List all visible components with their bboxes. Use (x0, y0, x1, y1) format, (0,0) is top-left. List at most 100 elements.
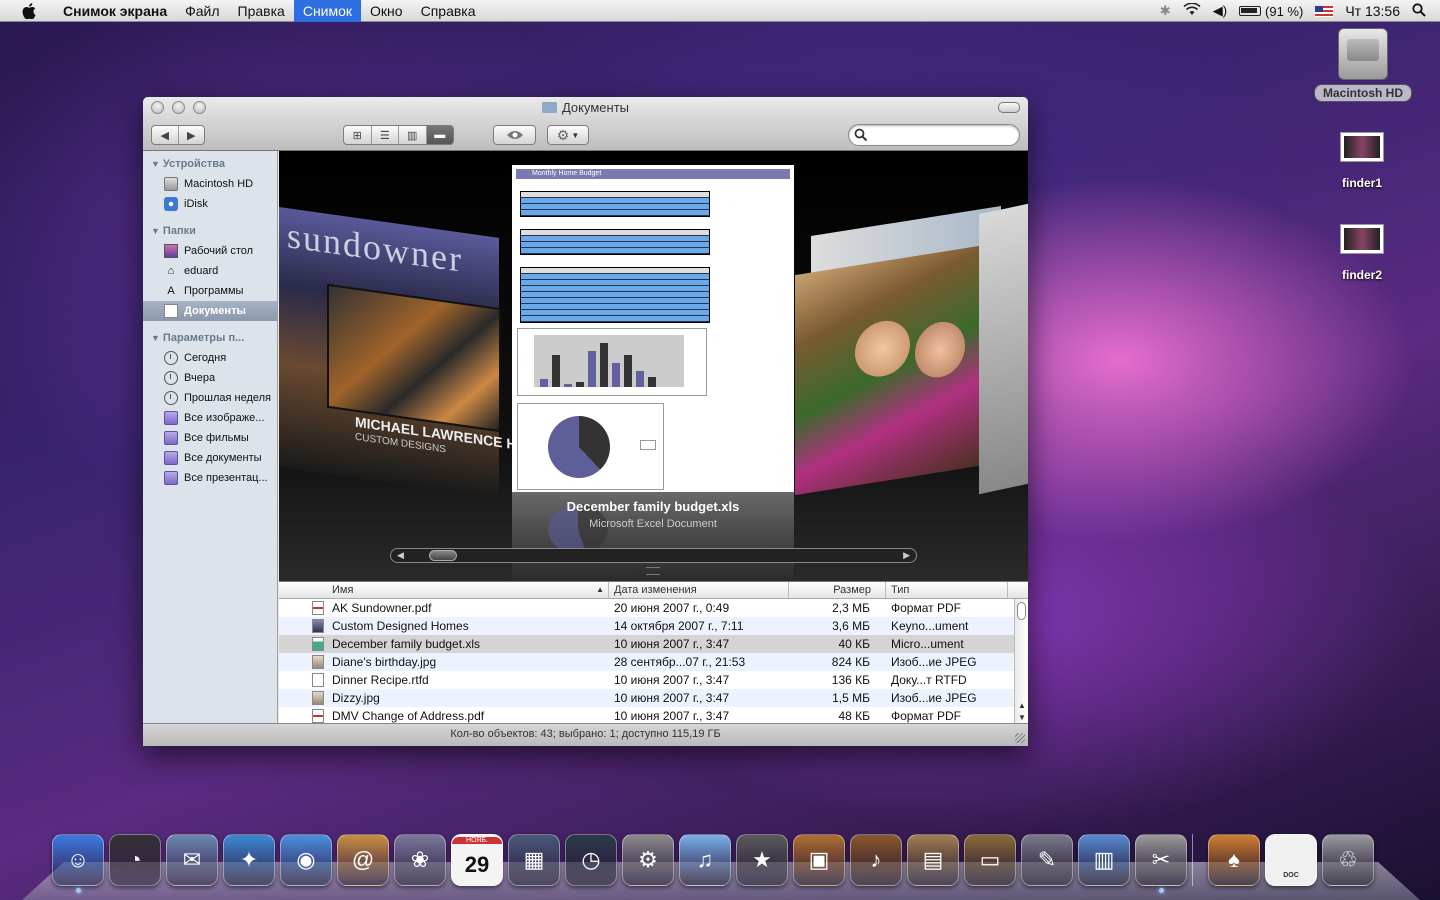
table-row[interactable]: Dinner Recipe.rtfd 10 июня 2007 г., 3:47 1… (279, 671, 1028, 689)
desktop-icon-finder1[interactable]: finder1 (1322, 132, 1402, 190)
sidebar-item[interactable]: Все изображе... (143, 408, 277, 428)
wifi-icon[interactable] (1183, 2, 1201, 19)
icon-view-button[interactable]: ⊞ (344, 126, 372, 144)
menu-clock[interactable]: Чт 13:56 (1345, 3, 1400, 19)
window-titlebar[interactable]: Документы ◀ ▶ ⊞ ☰ ▥ ▬ ⚙ ▼ (143, 97, 1028, 151)
sidebar-item[interactable]: Вчера (143, 368, 277, 388)
table-row[interactable]: Diane's birthday.jpg 28 сентябр...07 г., … (279, 653, 1028, 671)
column-view-button[interactable]: ▥ (399, 126, 427, 144)
list-scrollbar[interactable]: ▲ ▼ (1014, 599, 1028, 724)
column-header-date[interactable]: Дата изменения (609, 582, 789, 598)
scroll-up-icon[interactable]: ▲ (1018, 701, 1026, 710)
sidebar-section-header[interactable]: ▼ Параметры п... (143, 329, 277, 348)
sidebar-item[interactable]: ⌂ eduard (143, 261, 277, 281)
scroll-left-icon[interactable]: ◀ (397, 549, 404, 562)
sidebar-section-header[interactable]: ▼ Устройства (143, 155, 277, 174)
sidebar-item[interactable]: Рабочий стол (143, 241, 277, 261)
coverflow-item[interactable]: sundowner MICHAEL LAWRENCE HOMES CUSTOM … (279, 207, 558, 498)
safari-icon[interactable]: ✦ (223, 834, 275, 886)
menu-item-2[interactable]: Снимок (293, 0, 362, 22)
sidebar-item[interactable]: Прошлая неделя (143, 388, 277, 408)
time-machine-icon[interactable]: ◷ (565, 834, 617, 886)
spaces-icon[interactable]: ▦ (508, 834, 560, 886)
quick-look-button[interactable] (493, 125, 536, 145)
table-row[interactable]: Custom Designed Homes 14 октября 2007 г.,… (279, 617, 1028, 635)
coverflow-item[interactable] (979, 203, 1028, 495)
column-header-size[interactable]: Размер (789, 582, 886, 598)
coverflow-item[interactable] (795, 245, 985, 496)
finder-icon[interactable]: ☺ (52, 834, 104, 893)
numbers-chart-icon[interactable]: ▥ (1078, 834, 1130, 886)
menu-item-0[interactable]: Файл (176, 0, 228, 22)
bluetooth-icon[interactable]: ✱ (1160, 3, 1171, 19)
sidebar-item[interactable]: Все фильмы (143, 428, 277, 448)
documents-stack-icon[interactable]: DOC (1265, 834, 1317, 886)
table-row[interactable]: AK Sundowner.pdf 20 июня 2007 г., 0:49 2,3… (279, 599, 1028, 617)
mail-icon[interactable]: ✉ (166, 834, 218, 886)
menu-item-3[interactable]: Окно (361, 0, 412, 22)
garageband-icon[interactable]: ♪ (850, 834, 902, 886)
forward-button[interactable]: ▶ (179, 126, 205, 144)
sidebar-item[interactable]: A Программы (143, 281, 277, 301)
search-field[interactable] (848, 124, 1020, 146)
sidebar-item[interactable]: Все презентац... (143, 468, 277, 488)
iphoto-icon[interactable]: ▣ (793, 834, 845, 886)
sidebar-item[interactable]: iDisk (143, 194, 277, 214)
address-book-icon[interactable]: @ (337, 834, 389, 886)
column-header-kind[interactable]: Тип (886, 582, 1008, 598)
imovie-icon[interactable]: ★ (736, 834, 788, 886)
table-row[interactable]: December family budget.xls 10 июня 2007 г… (279, 635, 1028, 653)
coverflow-view[interactable]: sundowner MICHAEL LAWRENCE HOMES CUSTOM … (279, 151, 1028, 581)
keynote-icon[interactable]: ▭ (964, 834, 1016, 886)
volume-icon[interactable]: ◀) (1213, 3, 1227, 19)
trash-icon[interactable]: ♲ (1322, 834, 1374, 886)
table-row[interactable]: DMV Change of Address.pdf 10 июня 2007 г.… (279, 707, 1028, 724)
desktop-icon-finder2[interactable]: finder2 (1322, 224, 1402, 282)
menu-app-name[interactable]: Снимок экрана (54, 0, 176, 22)
battery-icon[interactable]: (91 %) (1239, 4, 1303, 19)
cell-name: Custom Designed Homes (279, 617, 609, 635)
coverflow-selected-item[interactable]: Monthly Home Budget (512, 165, 794, 492)
menu-item-4[interactable]: Справка (412, 0, 485, 22)
sidebar-item[interactable]: Все документы (143, 448, 277, 468)
coverflow-scrollbar[interactable]: ◀ ▶ (390, 548, 917, 563)
coverflow-view-button[interactable]: ▬ (426, 126, 453, 144)
disclosure-triangle-icon[interactable]: ▼ (151, 155, 160, 174)
list-icon: ☰ (379, 129, 390, 142)
column-header-name[interactable]: Имя ▲ (279, 582, 609, 598)
script-editor-icon[interactable]: ✎ (1021, 834, 1073, 886)
sidebar-item-label: Программы (184, 285, 244, 297)
itunes-icon[interactable]: ♫ (679, 834, 731, 886)
ichat-icon[interactable]: ◉ (280, 834, 332, 886)
split-grip-icon[interactable] (646, 567, 660, 575)
back-button[interactable]: ◀ (152, 126, 179, 144)
sidebar-item[interactable]: Сегодня (143, 348, 277, 368)
table-row[interactable]: Dizzy.jpg 10 июня 2007 г., 3:47 1,5 МБ Изоб… (279, 689, 1028, 707)
list-view-button[interactable]: ☰ (372, 126, 399, 144)
iweb-icon[interactable]: ▤ (907, 834, 959, 886)
resize-grip-icon[interactable] (1015, 733, 1025, 743)
scroll-right-icon[interactable]: ▶ (903, 549, 910, 562)
disclosure-triangle-icon[interactable]: ▼ (151, 329, 160, 348)
dashboard-icon[interactable]: ◔ (109, 834, 161, 886)
coverflow-scroll-thumb[interactable] (429, 550, 457, 561)
menu-item-1[interactable]: Правка (229, 0, 294, 22)
search-input[interactable] (871, 127, 1015, 145)
sidebar-item[interactable]: Документы (143, 301, 277, 321)
sidebar-item[interactable]: Macintosh HD (143, 174, 277, 194)
apple-menu-icon[interactable] (18, 0, 40, 22)
disclosure-triangle-icon[interactable]: ▼ (151, 222, 160, 241)
grab-icon[interactable]: ✂ (1135, 834, 1187, 893)
spotlight-icon[interactable] (1412, 2, 1426, 20)
desktop-icon-macintosh-hd[interactable]: Macintosh HD (1308, 28, 1418, 102)
system-preferences-icon[interactable]: ⚙ (622, 834, 674, 886)
input-source-flag-icon[interactable] (1315, 5, 1334, 17)
ical-icon[interactable]: НОЯБ. 29 (451, 834, 503, 886)
list-scroll-thumb[interactable] (1017, 602, 1026, 620)
sidebar-section-header[interactable]: ▼ Папки (143, 222, 277, 241)
applications-stack-icon[interactable]: ♠ (1208, 834, 1260, 886)
iphoto-camera-icon[interactable]: ❀ (394, 834, 446, 886)
scroll-down-icon[interactable]: ▼ (1018, 713, 1026, 722)
toolbar-toggle-button[interactable] (998, 102, 1020, 113)
action-menu-button[interactable]: ⚙ ▼ (547, 125, 589, 145)
